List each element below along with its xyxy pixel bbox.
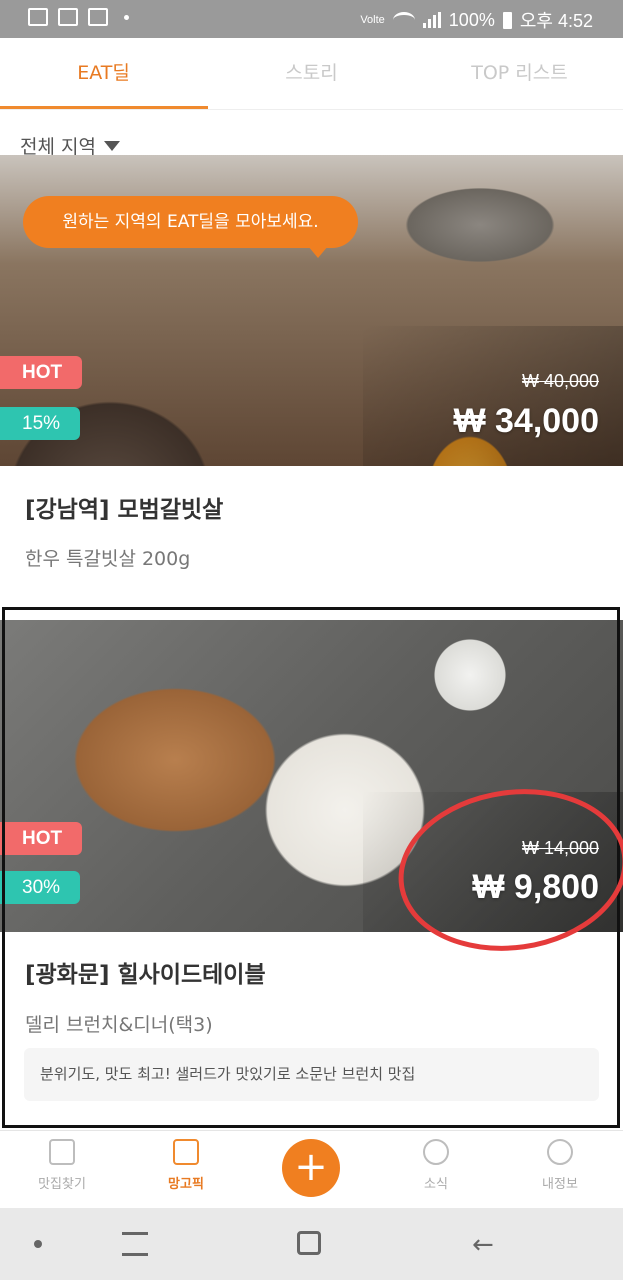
status-bar: Volte 100% 오후 4:52 (0, 0, 623, 38)
clock: 오후 4:52 (519, 11, 593, 31)
nav-news[interactable]: 소식 (374, 1139, 498, 1192)
tab-top-list[interactable]: TOP 리스트 (416, 38, 623, 110)
deal-title[interactable]: [강남역] 모범갈빗살 (25, 490, 223, 524)
nav-label: 내정보 (542, 1177, 578, 1192)
bookmark-icon (173, 1139, 199, 1165)
signal-icon (422, 12, 441, 28)
network-label: Volte (360, 14, 385, 26)
battery-percent: 100% (448, 9, 495, 30)
wifi-icon (392, 12, 415, 28)
user-icon (547, 1139, 573, 1165)
signpost-icon (49, 1139, 75, 1165)
nav-label: 맛집찾기 (38, 1177, 86, 1192)
home-icon[interactable] (297, 1231, 321, 1255)
discount-badge: 15% (0, 407, 80, 440)
system-nav-bar: ← (0, 1208, 623, 1280)
nav-mango-pick[interactable]: 망고픽 (124, 1139, 248, 1192)
add-button[interactable]: + (282, 1139, 340, 1197)
nav-label: 소식 (424, 1177, 448, 1192)
sale-price: ₩ 34,000 (453, 402, 599, 440)
nav-find-restaurants[interactable]: 맛집찾기 (0, 1139, 124, 1192)
nav-label: 망고픽 (168, 1177, 204, 1192)
assistant-dot-icon[interactable] (34, 1240, 42, 1248)
nav-my-info[interactable]: 내정보 (498, 1139, 622, 1192)
tooltip-bubble: 원하는 지역의 EAT딜을 모아보세요. (23, 196, 358, 258)
tab-eatdeal[interactable]: EAT딜 (0, 38, 207, 110)
more-notifications-icon (124, 14, 129, 20)
notification-icons (28, 8, 129, 26)
active-tab-indicator (0, 106, 208, 109)
top-tabs: EAT딜 스토리 TOP 리스트 (0, 38, 623, 110)
deal-subtitle: 한우 특갈빗살 200g (25, 548, 191, 570)
back-arrow-icon[interactable]: ← (472, 1230, 494, 1260)
battery-icon (502, 11, 512, 29)
chat-icon (423, 1139, 449, 1165)
original-price: ₩ 40,000 (521, 371, 599, 391)
task-icon (58, 8, 78, 26)
image-shade (363, 326, 623, 466)
gmail-icon (28, 8, 48, 26)
hot-badge: HOT (0, 356, 82, 389)
gallery-icon (88, 8, 108, 26)
tab-story[interactable]: 스토리 (208, 38, 415, 110)
system-status: Volte 100% 오후 4:52 (360, 7, 593, 33)
caret-down-icon (103, 140, 120, 151)
recent-apps-icon[interactable] (122, 1232, 148, 1256)
